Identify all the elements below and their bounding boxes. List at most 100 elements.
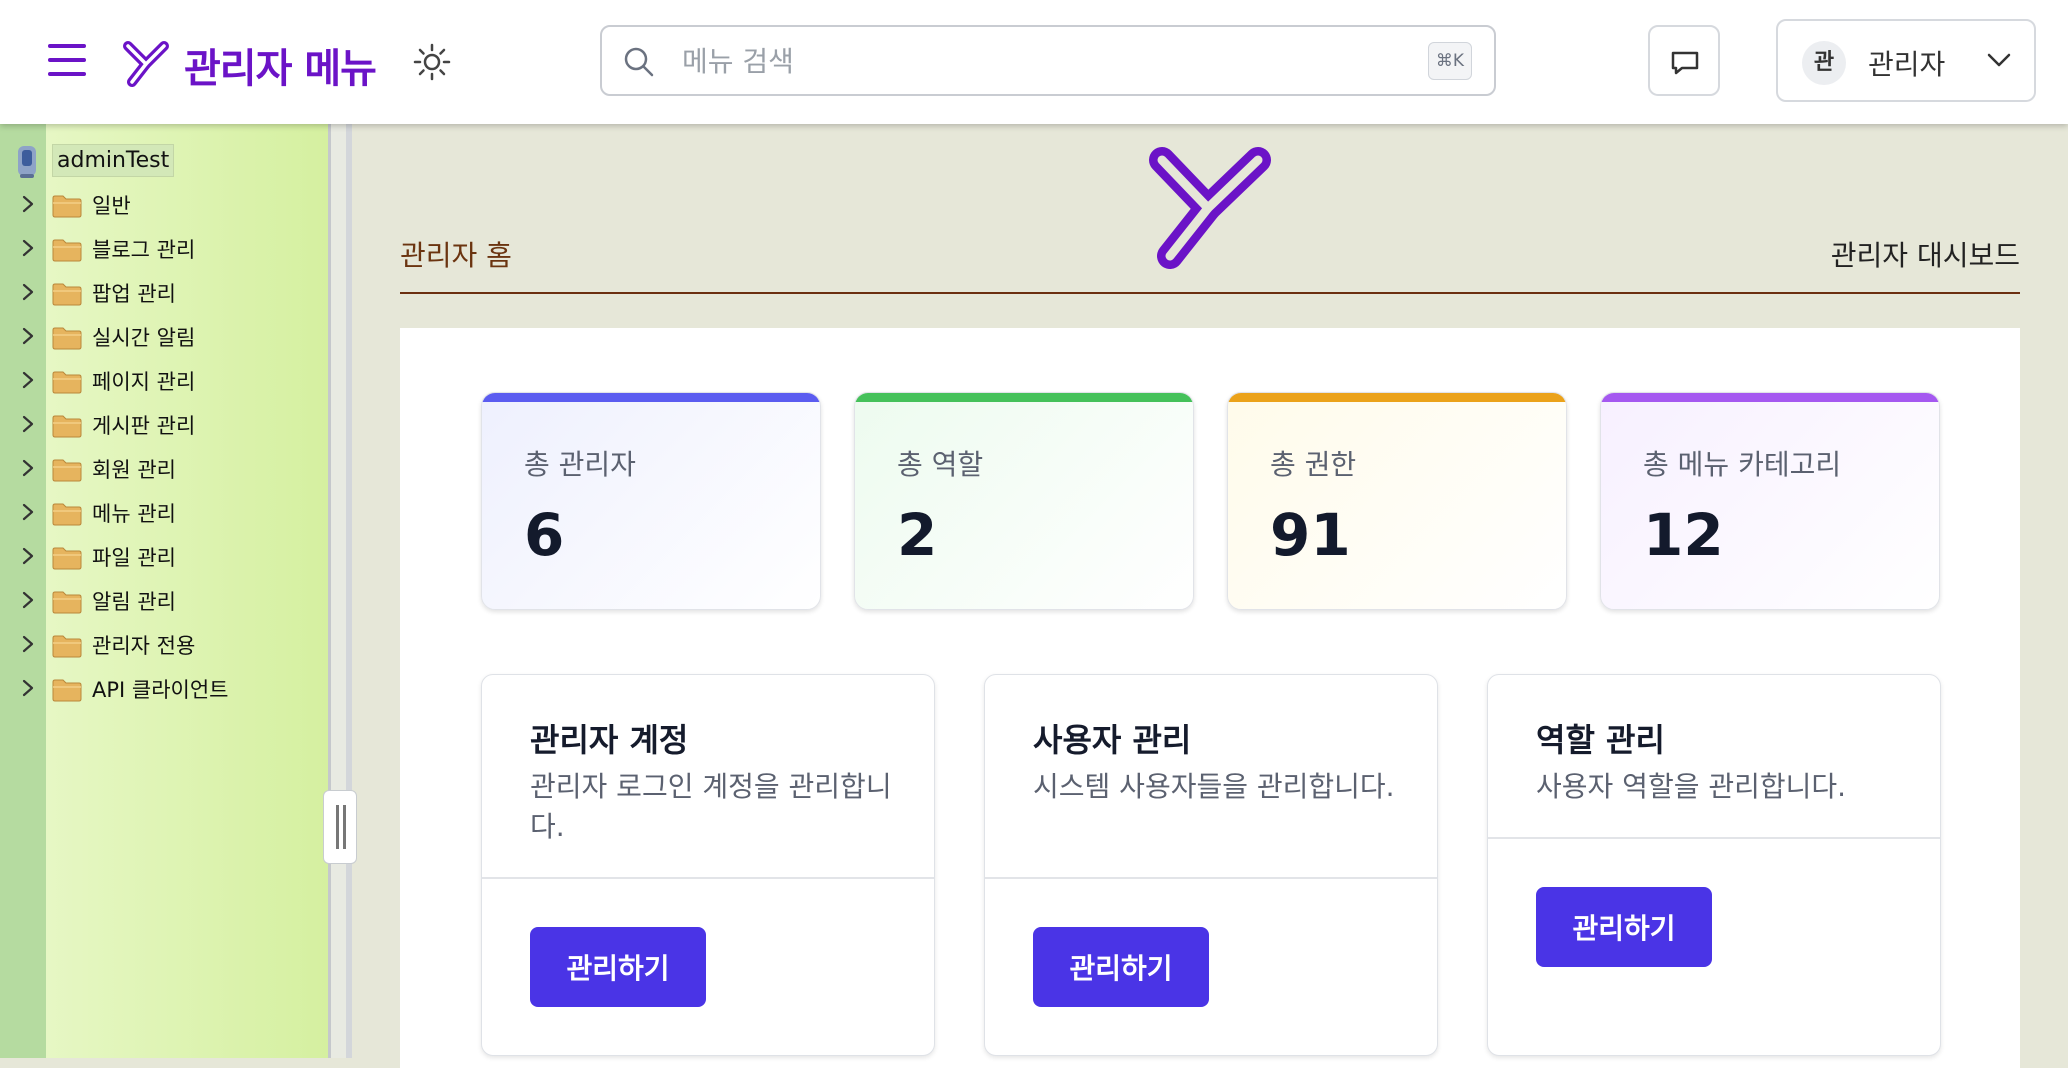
- stat-accent-bar: [1228, 393, 1566, 402]
- sidebar-tree-item[interactable]: 일반: [0, 182, 328, 226]
- tree-root-label: adminTest: [52, 144, 175, 177]
- search-box[interactable]: ⌘K: [600, 25, 1496, 96]
- stat-accent-bar: [482, 393, 820, 402]
- feature-divider: [482, 877, 934, 879]
- feature-divider: [985, 877, 1437, 879]
- feature-title: 관리자 계정: [530, 721, 689, 759]
- sidebar-tree-item-label: API 클라이언트: [92, 678, 229, 702]
- manage-users-button[interactable]: 관리하기: [1033, 927, 1209, 1007]
- folder-icon: [52, 635, 82, 658]
- sidebar-tree-item-label: 페이지 관리: [92, 370, 196, 394]
- chevron-right-icon[interactable]: [20, 238, 36, 258]
- sidebar-tree-item[interactable]: 페이지 관리: [0, 358, 328, 402]
- folder-icon: [52, 195, 82, 218]
- chevron-right-icon[interactable]: [20, 326, 36, 346]
- chevron-right-icon[interactable]: [20, 546, 36, 566]
- sidebar-tree-item[interactable]: 관리자 전용: [0, 622, 328, 666]
- shortcut-badge: ⌘K: [1428, 42, 1472, 80]
- stat-accent-bar: [855, 393, 1193, 402]
- search-icon: [624, 47, 654, 77]
- stat-card-permissions: 총 권한 91: [1227, 392, 1567, 610]
- folder-icon: [52, 679, 82, 702]
- folder-icon: [52, 547, 82, 570]
- sidebar-tree-item[interactable]: 알림 관리: [0, 578, 328, 622]
- folder-icon: [52, 327, 82, 350]
- chevron-right-icon[interactable]: [20, 634, 36, 654]
- resize-handle[interactable]: [323, 790, 357, 864]
- feature-description: 시스템 사용자들을 관리합니다.: [1033, 770, 1395, 803]
- stat-card-admins: 총 관리자 6: [481, 392, 821, 610]
- sun-icon[interactable]: [412, 42, 452, 82]
- chevron-right-icon[interactable]: [20, 458, 36, 478]
- feature-card-user-management: 사용자 관리 시스템 사용자들을 관리합니다. 관리하기: [984, 674, 1438, 1056]
- sidebar-tree-item[interactable]: 블로그 관리: [0, 226, 328, 270]
- manage-admin-accounts-button[interactable]: 관리하기: [530, 927, 706, 1007]
- message-button[interactable]: [1648, 25, 1720, 96]
- sidebar-tree-item-label: 일반: [92, 194, 131, 218]
- folder-icon: [52, 371, 82, 394]
- top-header: 관리자 메뉴 ⌘K 관 관리자: [0, 0, 2068, 124]
- stat-accent-bar: [1601, 393, 1939, 402]
- sidebar-tree-item-label: 팝업 관리: [92, 282, 176, 306]
- sidebar-splitter[interactable]: [328, 124, 352, 1058]
- user-name: 관리자: [1868, 48, 1946, 81]
- feature-card-role-management: 역할 관리 사용자 역할을 관리합니다. 관리하기: [1487, 674, 1941, 1056]
- user-menu-button[interactable]: 관 관리자: [1776, 19, 2036, 102]
- stat-value: 12: [1643, 501, 1724, 569]
- chevron-right-icon[interactable]: [20, 414, 36, 434]
- chevron-right-icon[interactable]: [20, 678, 36, 698]
- chat-icon: [1671, 51, 1699, 75]
- stat-value: 2: [897, 501, 938, 569]
- sidebar-tree-item[interactable]: 게시판 관리: [0, 402, 328, 446]
- brand-logo-icon[interactable]: [122, 38, 170, 88]
- feature-title: 역할 관리: [1536, 721, 1665, 759]
- manage-roles-button[interactable]: 관리하기: [1536, 887, 1712, 967]
- title-divider: [400, 292, 2020, 294]
- chevron-right-icon[interactable]: [20, 194, 36, 214]
- stat-label: 총 관리자: [524, 448, 636, 481]
- main-logo-icon: [1149, 147, 1271, 269]
- sidebar-tree-item-label: 관리자 전용: [92, 634, 196, 658]
- sidebar-tree-item[interactable]: API 클라이언트: [0, 666, 328, 710]
- sidebar-tree: adminTest 일반블로그 관리팝업 관리실시간 알림페이지 관리게시판 관…: [0, 124, 328, 1058]
- sidebar-tree-item-label: 메뉴 관리: [92, 502, 176, 526]
- stat-card-menu-categories: 총 메뉴 카테고리 12: [1600, 392, 1940, 610]
- stat-label: 총 역할: [897, 448, 984, 481]
- avatar: 관: [1802, 41, 1846, 85]
- sidebar-tree-item[interactable]: 실시간 알림: [0, 314, 328, 358]
- sidebar-tree-item[interactable]: 메뉴 관리: [0, 490, 328, 534]
- sidebar-tree-item[interactable]: 팝업 관리: [0, 270, 328, 314]
- stat-label: 총 메뉴 카테고리: [1643, 448, 1842, 481]
- sidebar-tree-item-label: 실시간 알림: [92, 326, 196, 350]
- stat-label: 총 권한: [1270, 448, 1357, 481]
- sidebar-tree-item-label: 게시판 관리: [92, 414, 196, 438]
- breadcrumb[interactable]: 관리자 홈: [400, 234, 512, 274]
- feature-description: 사용자 역할을 관리합니다.: [1536, 770, 1847, 803]
- folder-icon: [52, 283, 82, 306]
- feature-title: 사용자 관리: [1033, 721, 1192, 759]
- folder-icon: [52, 459, 82, 482]
- feature-divider: [1488, 837, 1940, 839]
- computer-icon: [18, 146, 36, 178]
- chevron-right-icon[interactable]: [20, 282, 36, 302]
- sidebar-tree-item-label: 블로그 관리: [92, 238, 196, 262]
- folder-icon: [52, 503, 82, 526]
- feature-description: 관리자 로그인 계정을 관리합니다.: [530, 770, 892, 843]
- hamburger-menu-icon[interactable]: [48, 44, 88, 76]
- sidebar-tree-item-label: 회원 관리: [92, 458, 176, 482]
- stat-value: 91: [1270, 501, 1351, 569]
- folder-icon: [52, 591, 82, 614]
- chevron-right-icon[interactable]: [20, 590, 36, 610]
- stat-value: 6: [524, 501, 565, 569]
- stat-card-roles: 총 역할 2: [854, 392, 1194, 610]
- search-input[interactable]: [682, 39, 1372, 83]
- sidebar-tree-item[interactable]: 파일 관리: [0, 534, 328, 578]
- app-title[interactable]: 관리자 메뉴: [184, 36, 377, 94]
- chevron-right-icon[interactable]: [20, 502, 36, 522]
- sidebar-tree-item-label: 파일 관리: [92, 546, 176, 570]
- folder-icon: [52, 239, 82, 262]
- chevron-right-icon[interactable]: [20, 370, 36, 390]
- sidebar-tree-item-label: 알림 관리: [92, 590, 176, 614]
- folder-icon: [52, 415, 82, 438]
- sidebar-tree-item[interactable]: 회원 관리: [0, 446, 328, 490]
